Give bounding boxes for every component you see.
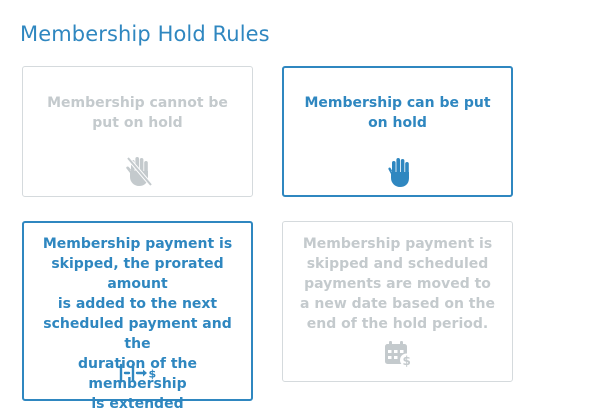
label-line: scheduled payment and the <box>43 316 232 352</box>
option-cannot-hold[interactable]: Membership cannot be put on hold <box>22 66 253 197</box>
label-line: on hold <box>368 115 427 131</box>
calendar-dollar-icon: $ <box>384 341 414 371</box>
option-label: Membership cannot be put on hold <box>43 93 232 133</box>
label-line: is extended <box>91 396 184 412</box>
page-title: Membership Hold Rules <box>20 22 270 46</box>
option-skip-reschedule[interactable]: Membership payment is skipped and schedu… <box>282 221 513 382</box>
label-line: is added to the next <box>57 296 218 312</box>
label-line: put on hold <box>92 115 183 131</box>
extend-duration-icon: $ <box>118 363 160 387</box>
hand-slash-icon <box>125 155 153 191</box>
label-line: a new date based on the <box>300 296 495 312</box>
membership-hold-rules-page: Membership Hold Rules Membership cannot … <box>0 0 610 416</box>
option-label: Membership can be put on hold <box>304 93 491 133</box>
option-label: Membership payment is skipped and schedu… <box>291 234 504 334</box>
option-can-hold[interactable]: Membership can be put on hold <box>282 66 513 197</box>
svg-text:$: $ <box>149 368 157 381</box>
label-line: Membership cannot be <box>47 95 228 111</box>
option-label: Membership payment is skipped, the prora… <box>28 234 247 414</box>
hand-icon <box>388 156 412 192</box>
label-line: Membership can be put <box>304 95 491 111</box>
svg-text:$: $ <box>403 354 411 367</box>
label-line: skipped, the prorated amount <box>51 256 224 292</box>
option-prorate-extend[interactable]: Membership payment is skipped, the prora… <box>22 221 253 412</box>
label-line: Membership payment is <box>302 236 493 252</box>
label-line: end of the hold period. <box>306 316 489 332</box>
label-line: Membership payment is <box>42 236 233 252</box>
label-line: payments are moved to <box>304 276 491 292</box>
label-line: skipped and scheduled <box>306 256 489 272</box>
